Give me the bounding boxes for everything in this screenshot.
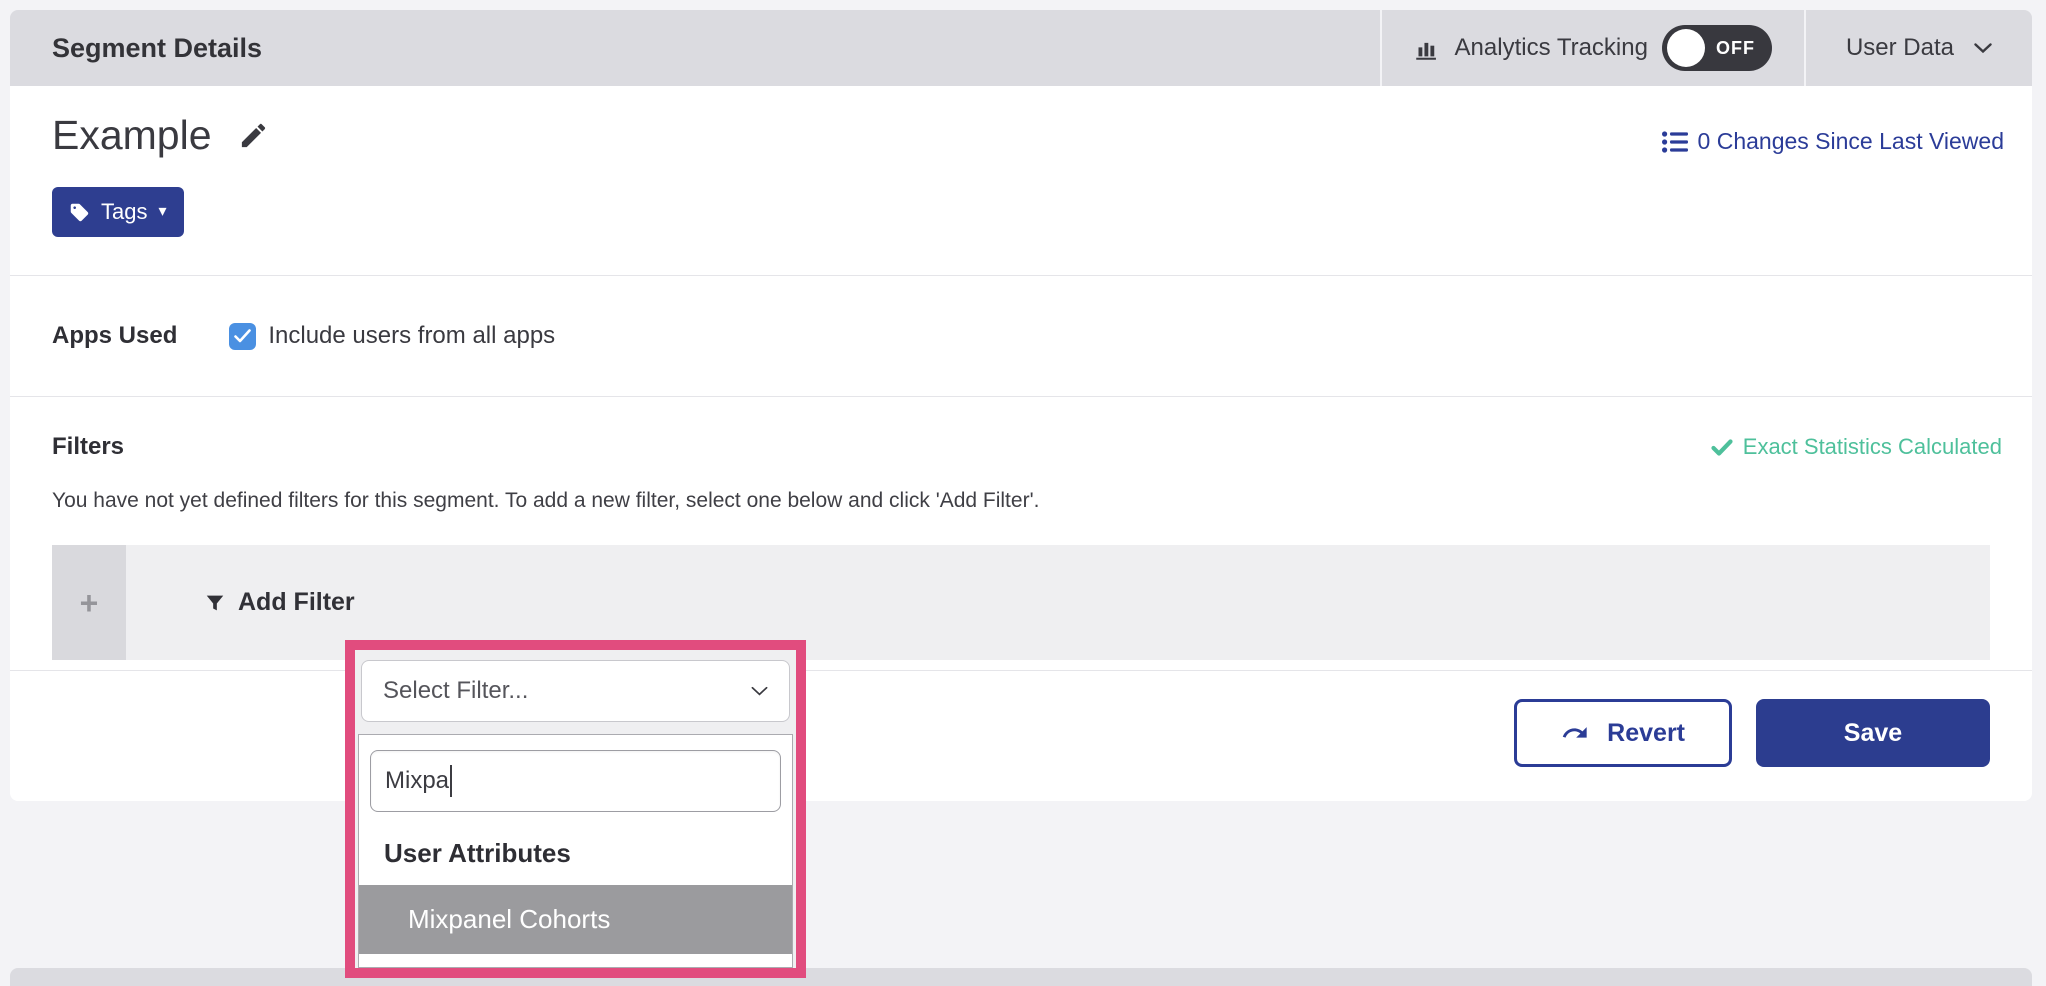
header-controls: Analytics Tracking OFF User Data [1380,10,2032,86]
highlight-annotation-box: Select Filter... Mixpa User Attributes M… [345,640,806,978]
tags-button-label: Tags [101,199,147,225]
undo-icon [1561,719,1589,747]
check-icon [1711,439,1733,456]
filter-search-value: Mixpa [385,767,449,795]
revert-button-label: Revert [1607,719,1685,748]
footer-actions: Revert Save [10,671,2032,801]
add-filter-text: Add Filter [238,588,355,617]
include-all-apps-label: Include users from all apps [268,322,555,350]
changes-since-last-viewed-link[interactable]: 0 Changes Since Last Viewed [1662,128,2004,155]
chevron-down-icon [1974,43,1992,54]
analytics-tracking-block: Analytics Tracking OFF [1382,10,1804,86]
change-list-icon [1662,131,1688,153]
dropdown-option-mixpanel-cohorts[interactable]: Mixpanel Cohorts [359,885,792,954]
select-filter-dropdown[interactable]: Select Filter... [361,660,790,722]
edit-name-button[interactable] [238,120,269,151]
funnel-icon [204,592,226,614]
next-section-header-edge [10,968,2032,986]
plus-icon: + [80,587,99,619]
analytics-tracking-toggle[interactable]: OFF [1662,25,1772,71]
dropdown-group-label: User Attributes [359,826,792,885]
checkmark-icon [234,329,251,343]
user-data-label: User Data [1846,34,1954,62]
panel-bottom-space [359,954,792,967]
exact-statistics-status: Exact Statistics Calculated [1711,434,2002,460]
exact-statistics-label: Exact Statistics Calculated [1743,434,2002,460]
segment-name: Example [52,112,212,159]
tag-icon [69,202,90,223]
revert-button[interactable]: Revert [1514,699,1732,767]
page-title: Segment Details [52,33,262,64]
apps-used-label: Apps Used [52,322,177,350]
tags-button[interactable]: Tags ▾ [52,187,184,237]
filter-search-input[interactable]: Mixpa [370,750,781,812]
toggle-knob [1667,29,1705,67]
changes-link-label: 0 Changes Since Last Viewed [1698,128,2004,155]
add-filter-row: + Add Filter [52,545,1990,660]
toggle-state-label: OFF [1716,25,1755,71]
segment-title-section: Example 0 Changes [10,86,2032,276]
bar-chart-icon [1414,35,1441,62]
apps-used-section: Apps Used Include users from all apps [10,276,2032,397]
include-all-apps-checkbox[interactable] [229,323,256,350]
filters-section: Filters Exact Statistics Calculated You … [10,397,2032,671]
add-filter-plus-button[interactable]: + [52,545,126,660]
pencil-icon [238,120,269,151]
filters-label: Filters [52,433,124,461]
add-filter-label: Add Filter [204,588,355,617]
user-data-dropdown[interactable]: User Data [1806,10,2032,86]
analytics-tracking-label: Analytics Tracking [1455,34,1648,62]
text-cursor [450,765,452,797]
chevron-down-icon [751,686,768,697]
segment-details-card: Segment Details Analytics Tracking OFF [10,10,2032,801]
select-filter-value: Select Filter... [383,677,528,705]
card-header: Segment Details Analytics Tracking OFF [10,10,2032,86]
filters-description: You have not yet defined filters for thi… [52,489,1990,513]
caret-down-icon: ▾ [158,204,166,220]
save-button[interactable]: Save [1756,699,1990,767]
filter-dropdown-panel: Mixpa User Attributes Mixpanel Cohorts [358,734,793,968]
card-body: Example 0 Changes [10,86,2032,801]
